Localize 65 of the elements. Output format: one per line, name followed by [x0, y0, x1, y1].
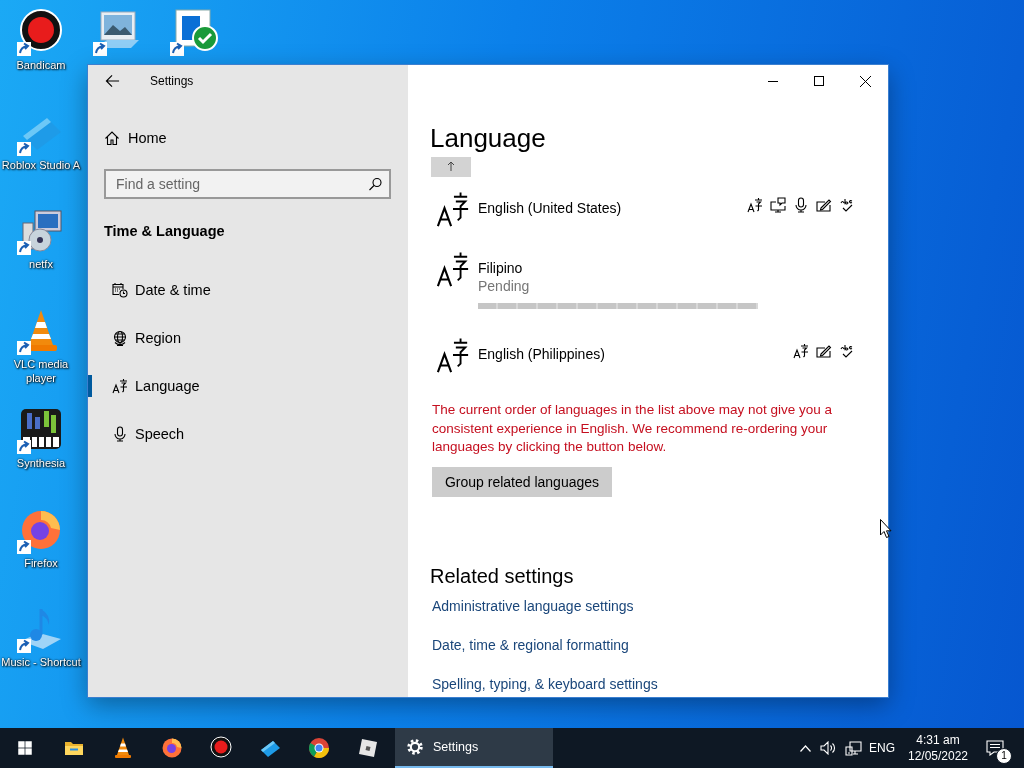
- related-link[interactable]: Date, time & regional formatting: [432, 634, 629, 655]
- section-heading: Related settings: [430, 563, 575, 589]
- search-field[interactable]: Find a setting: [104, 169, 391, 199]
- nav-item[interactable]: Date & time: [88, 266, 408, 314]
- back-arrow-icon: [104, 74, 120, 88]
- language-icon: [747, 197, 763, 213]
- microphone-icon: [793, 197, 809, 213]
- clock[interactable]: 4:31 am 12/05/2022: [898, 728, 978, 768]
- search-icon: [368, 177, 382, 191]
- settings-icon: [405, 737, 425, 757]
- network-icon[interactable]: [844, 740, 862, 756]
- icon-label: Roblox Studio A: [1, 157, 81, 172]
- warning-text: The current order of languages in the list above may not give you a consistent experience in English. We recommend re-ordering your languages by clicking the button below.: [431, 401, 833, 456]
- start-icon[interactable]: [15, 739, 34, 757]
- icon-label: Bandicam: [16, 58, 66, 72]
- browser-icon[interactable]: [306, 736, 331, 760]
- spellcheck-icon: [839, 343, 855, 359]
- close-icon: [859, 75, 871, 87]
- volume-icon[interactable]: [820, 741, 836, 755]
- taskbar-app-button[interactable]: Settings: [395, 728, 553, 768]
- language-icon: [436, 191, 470, 229]
- language-status: Pending: [478, 277, 531, 296]
- page-title: Language: [430, 122, 547, 155]
- related-link[interactable]: Spelling, typing, & keyboard settings: [432, 673, 658, 694]
- icon-label: Firefox: [24, 555, 58, 570]
- icon-label: netfx: [29, 257, 53, 271]
- language-name: Filipino: [478, 259, 524, 277]
- calendar-clock-icon: [112, 282, 128, 298]
- computer-disc-icon[interactable]: [17, 207, 65, 255]
- up-arrow-icon: [447, 161, 455, 171]
- group-languages-button[interactable]: Group related languages: [432, 466, 612, 497]
- monitor-speech-icon: [770, 197, 786, 213]
- icon-label: Music - Shortcut: [1, 655, 81, 669]
- globe-icon: [112, 330, 128, 346]
- language-name: English (United States): [478, 199, 623, 217]
- icon-label: VLC media player: [12, 356, 70, 385]
- input-language[interactable]: ENG: [866, 728, 898, 768]
- pen-pad-icon: [816, 197, 832, 213]
- language-name: English (Philippines): [478, 345, 606, 363]
- spellcheck-icon: [839, 197, 855, 213]
- photo-icon[interactable]: [93, 8, 141, 56]
- nav-item[interactable]: Language: [88, 362, 408, 410]
- home-icon: [104, 130, 120, 146]
- microphone-icon: [112, 426, 128, 442]
- language-icon: [436, 251, 470, 289]
- notification-count: 1: [996, 748, 1012, 764]
- clock-time: 4:31 am: [916, 732, 960, 748]
- record-icon[interactable]: [17, 8, 65, 56]
- notification-icon[interactable]: [986, 740, 1004, 756]
- window-check-icon[interactable]: [170, 8, 218, 56]
- language-icon: [112, 378, 128, 394]
- pen-pad-icon: [816, 343, 832, 359]
- chevron-up-icon[interactable]: [799, 744, 811, 752]
- clock-date: 12/05/2022: [907, 748, 969, 764]
- icon-label: Synthesia: [16, 456, 66, 470]
- home-link[interactable]: Home: [104, 128, 167, 148]
- language-icon: [793, 343, 809, 359]
- record-icon[interactable]: [208, 736, 233, 760]
- nav-item[interactable]: Speech: [88, 410, 408, 458]
- related-link[interactable]: Administrative language settings: [432, 595, 634, 616]
- nav-item[interactable]: Region: [88, 314, 408, 362]
- maximize-icon: [814, 76, 824, 86]
- section-title: Time & Language: [104, 222, 226, 241]
- language-icon: [436, 337, 470, 375]
- window-title: Settings: [150, 74, 194, 88]
